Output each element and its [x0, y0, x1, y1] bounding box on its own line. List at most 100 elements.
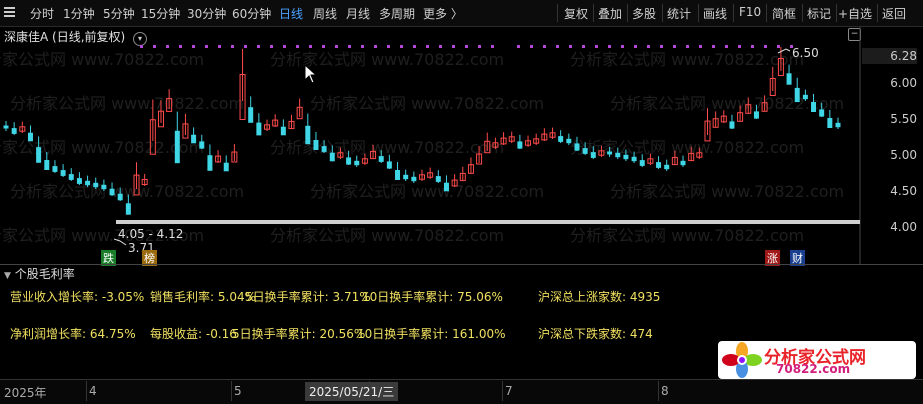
signal-dot	[530, 45, 533, 48]
indicator-panel-title[interactable]: ▼ 个股毛利率	[4, 265, 75, 282]
price-label: 4.50	[890, 184, 917, 198]
date-tick-line	[231, 381, 232, 401]
candle-body-down	[607, 151, 613, 155]
overlay-button[interactable]: 叠加	[598, 5, 622, 22]
period-tab-1min[interactable]: 1分钟	[63, 5, 95, 22]
candle-body-down	[664, 164, 670, 170]
simple-frame-button[interactable]: 简框	[772, 5, 796, 22]
candle-body-down	[794, 87, 800, 103]
signal-dot	[634, 45, 637, 48]
signal-dot	[738, 45, 741, 48]
candle-body-down	[729, 121, 735, 129]
candle-body-down	[223, 162, 229, 172]
toolbar-divider	[557, 4, 558, 22]
signal-dot	[621, 45, 624, 48]
watermark-text: 分析家公式网 www.70822.com	[310, 94, 544, 113]
f10-button[interactable]: F10	[739, 5, 761, 19]
signal-dot	[452, 45, 455, 48]
period-tab-5min[interactable]: 5分钟	[103, 5, 135, 22]
toolbar-divider	[698, 4, 699, 22]
signal-dot	[751, 45, 754, 48]
site-logo: 分析家公式网 70822.com	[718, 341, 916, 379]
restore-rights-button[interactable]: 复权	[564, 5, 588, 22]
multi-stock-button[interactable]: 多股	[632, 5, 656, 22]
signal-dot	[166, 45, 169, 48]
menu-icon[interactable]	[4, 7, 15, 17]
candle-body-down	[656, 162, 662, 168]
signal-dot	[426, 45, 429, 48]
candle-body-down	[85, 180, 91, 186]
signal-dot	[673, 45, 676, 48]
candle-body-down	[76, 178, 82, 184]
signal-dot	[335, 45, 338, 48]
mouse-cursor-icon	[304, 64, 318, 84]
candle-body-down	[117, 193, 123, 201]
signal-dot	[140, 45, 143, 48]
toolbar-divider	[802, 4, 803, 22]
period-tab-weekly[interactable]: 周线	[313, 5, 337, 22]
period-tab-timeshare[interactable]: 分时	[30, 5, 54, 22]
date-tick-line	[658, 381, 659, 401]
period-tab-60min[interactable]: 60分钟	[232, 5, 271, 22]
period-tab-30min[interactable]: 30分钟	[187, 5, 226, 22]
candle-body-down	[395, 170, 401, 180]
candle-body-down	[256, 122, 262, 136]
candle-body-down	[174, 130, 180, 164]
turnover-5d-stat-2: 5日换手率累计: 20.56%	[232, 327, 366, 341]
signal-dot	[478, 45, 481, 48]
statistics-button[interactable]: 统计	[667, 5, 691, 22]
candle-body-down	[199, 141, 205, 149]
candle-body-down	[435, 176, 441, 182]
candle-body-down	[27, 132, 33, 142]
candle-body-down	[321, 146, 327, 152]
signal-dot	[725, 45, 728, 48]
candle-body-down	[517, 141, 523, 149]
signal-dot	[179, 45, 182, 48]
signal-dot	[582, 45, 585, 48]
date-axis[interactable]: 2025年 4 5 6 7 8 2025/05/21/三	[0, 379, 923, 404]
price-label: 5.00	[890, 148, 917, 162]
signal-dot	[218, 45, 221, 48]
date-tick: 5	[234, 384, 242, 398]
price-label: 5.50	[890, 112, 917, 126]
total-rising-stat: 沪深总上涨家数: 4935	[538, 290, 661, 304]
signal-dot	[777, 45, 780, 48]
signal-dot	[465, 45, 468, 48]
watermark-text: 分析家公式网 www.70822.com	[10, 94, 244, 113]
revenue-growth-stat: 营业收入增长率: -3.05%	[10, 290, 145, 304]
candle-body-down	[101, 184, 107, 190]
candle-body-down	[60, 170, 66, 176]
period-tab-multi[interactable]: 多周期	[379, 5, 415, 22]
signal-dot	[543, 45, 546, 48]
candle-body-down	[52, 166, 58, 172]
period-tab-15min[interactable]: 15分钟	[141, 5, 180, 22]
candle-body-down	[191, 134, 197, 144]
period-tab-monthly[interactable]: 月线	[346, 5, 370, 22]
candle-body-down	[753, 111, 759, 119]
candle-body-down	[68, 174, 74, 180]
draw-line-button[interactable]: 画线	[703, 5, 727, 22]
toolbar-divider	[766, 4, 767, 22]
candle-body-down	[346, 157, 352, 165]
candle-body-down	[313, 140, 319, 150]
chevron-down-icon[interactable]: ▼	[4, 271, 11, 281]
watermark-text: 分析家公式网 www.70822.com	[570, 226, 804, 245]
mark-button[interactable]: 标记	[807, 5, 831, 22]
candle-body-down	[11, 128, 17, 134]
period-tab-daily[interactable]: 日线	[279, 5, 303, 22]
candle-body-down	[354, 160, 360, 166]
turnover-10d-stat-2: 10日换手率累计: 161.00%	[357, 327, 506, 341]
signal-dot	[491, 45, 494, 48]
turnover-10d-stat: 10日换手率累计: 75.06%	[362, 290, 503, 304]
signal-dot	[257, 45, 260, 48]
period-tab-more[interactable]: 更多 〉	[423, 5, 463, 22]
eps-stat: 每股收益: -0.16	[150, 327, 237, 341]
add-watchlist-button[interactable]: +自选	[838, 5, 872, 22]
candle-body-down	[835, 122, 841, 128]
panel-divider	[0, 264, 923, 265]
watermark-text: 分析家公式网 www.70822.com	[610, 182, 844, 201]
candle-body-down	[827, 118, 833, 128]
back-button[interactable]: 返回	[882, 5, 906, 22]
toolbar-divider	[836, 4, 837, 22]
watermark-text: 分析家公式网 www.70822.com	[10, 182, 244, 201]
